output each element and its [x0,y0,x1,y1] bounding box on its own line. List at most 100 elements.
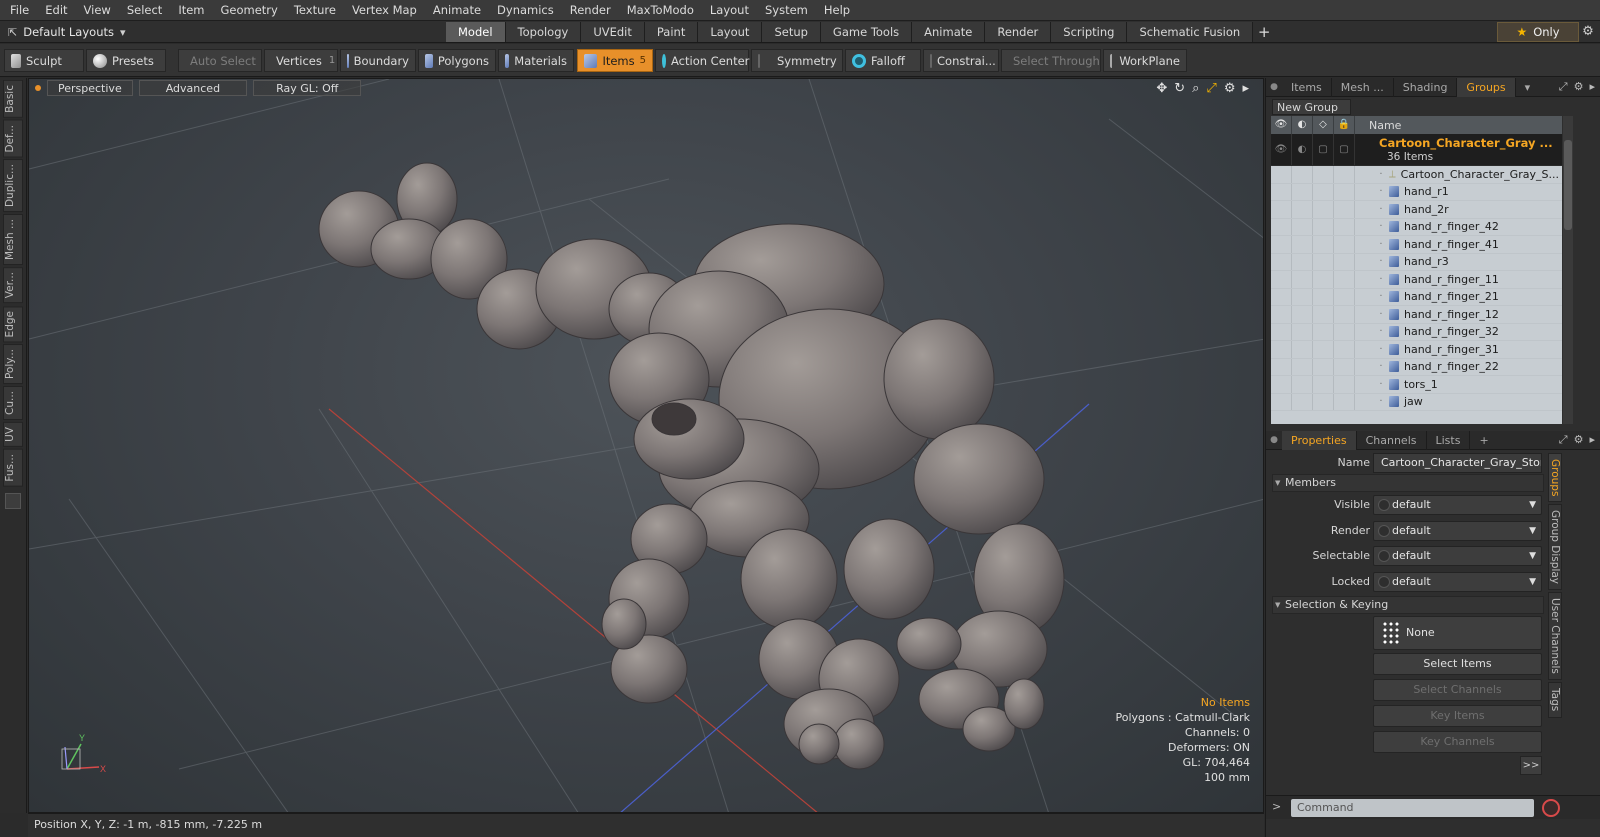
item-toggle-cell[interactable] [1334,393,1355,410]
left-strip-tab[interactable]: Poly... [3,343,23,385]
selection-keying-section[interactable]: Selection & Keying [1272,596,1544,614]
menu-item-layout[interactable]: Layout [702,0,757,21]
select-items-button[interactable]: Select Items [1373,653,1542,675]
item-toggle-cell[interactable] [1271,253,1292,270]
falloff-button[interactable]: Falloff [845,49,921,72]
materials-button[interactable]: Materials [498,49,574,72]
item-toggle-cell[interactable] [1313,306,1334,323]
select-channels-button[interactable]: Select Channels [1373,679,1542,701]
item-toggle-cell[interactable] [1334,358,1355,375]
item-toggle-cell[interactable] [1271,358,1292,375]
item-toggle-cell[interactable] [1334,253,1355,270]
item-toggle-cell[interactable] [1313,271,1334,288]
group-item-row[interactable]: · hand_2r [1271,201,1562,219]
auto-select-button[interactable]: Auto Select [178,49,262,72]
item-toggle-cell[interactable] [1271,288,1292,305]
item-toggle-cell[interactable] [1313,236,1334,253]
advanced-button[interactable]: Advanced [138,80,248,96]
name-field[interactable]: Cartoon_Character_Gray_Stone_ [1373,453,1542,473]
panel-gear-icon[interactable]: ⚙ [1574,433,1584,447]
viewport-menu-dot[interactable] [35,85,41,91]
panel-arrow-icon[interactable]: ▸ [1589,80,1595,94]
item-toggle-cell[interactable] [1271,341,1292,358]
key-channels-button[interactable]: Key Channels [1373,731,1542,753]
left-strip-tab[interactable]: Edge [3,305,23,342]
group-item-row[interactable]: · hand_r_finger_32 [1271,323,1562,341]
raygl-button[interactable]: Ray GL: Off [253,80,362,96]
presets-button[interactable]: Presets [86,49,166,72]
viewport-gear-icon[interactable]: ⚙ [1224,81,1236,96]
locked-radio[interactable] [1378,576,1390,588]
none-button[interactable]: None [1373,616,1542,650]
symmetry-button[interactable]: Symmetry [751,49,843,72]
menu-item-item[interactable]: Item [170,0,212,21]
menu-item-texture[interactable]: Texture [286,0,344,21]
menu-item-vertex-map[interactable]: Vertex Map [344,0,425,21]
panel-tab-items[interactable]: Items [1282,77,1332,97]
item-toggle-cell[interactable] [1271,183,1292,200]
item-toggle-cell[interactable] [1271,306,1292,323]
group-item-row[interactable]: · hand_r_finger_12 [1271,306,1562,324]
panel-tab-properties[interactable]: Properties [1282,430,1357,450]
menu-item-help[interactable]: Help [816,0,858,21]
select-through-button[interactable]: Select Through [1001,49,1101,72]
group-item-row[interactable]: · tors_1 [1271,376,1562,394]
left-strip-tab[interactable]: Basic [3,80,23,118]
render-dropdown[interactable]: default ▼ [1373,521,1542,541]
panel-tab-groups[interactable]: Groups [1457,77,1516,97]
item-toggle-cell[interactable] [1313,341,1334,358]
fit-icon[interactable]: ⤢ [1206,81,1216,96]
menu-item-render[interactable]: Render [562,0,619,21]
side-tab-user-channels[interactable]: User Channels [1548,592,1562,681]
item-toggle-cell[interactable] [1271,166,1292,183]
tab-topology[interactable]: Topology [505,22,582,42]
item-toggle-cell[interactable] [1292,288,1313,305]
group-select-toggle[interactable]: ▢ [1313,134,1334,165]
group-render-icon[interactable]: ◐ [1292,134,1313,165]
tab-game-tools[interactable]: Game Tools [820,22,913,42]
boundary-button[interactable]: Boundary [340,49,416,72]
panel-tab-channels[interactable]: Channels [1357,430,1427,450]
item-toggle-cell[interactable] [1334,271,1355,288]
expand-panel-icon[interactable]: ⤢ [1559,433,1568,447]
item-toggle-cell[interactable] [1334,306,1355,323]
tree-scrollbar[interactable] [1563,116,1573,424]
group-item-row[interactable]: · jaw [1271,393,1562,411]
item-toggle-cell[interactable] [1334,166,1355,183]
only-toggle-button[interactable]: ★ Only [1497,22,1579,42]
left-strip-tab[interactable]: Ver... [3,267,23,304]
group-item-row[interactable]: · hand_r3 [1271,253,1562,271]
left-strip-tab[interactable]: Mesh ... [3,214,23,266]
item-toggle-cell[interactable] [1334,323,1355,340]
tab-render[interactable]: Render [985,22,1052,42]
select-col-icon[interactable]: ◇ [1313,116,1334,134]
tab-layout[interactable]: Layout [698,22,763,42]
zoom-icon[interactable]: ⌕ [1192,81,1199,96]
item-toggle-cell[interactable] [1292,236,1313,253]
side-tab-tags[interactable]: Tags [1548,682,1562,718]
tab-model[interactable]: Model [446,22,506,42]
render-col-icon[interactable]: ◐ [1292,116,1313,134]
item-toggle-cell[interactable] [1334,183,1355,200]
key-items-button[interactable]: Key Items [1373,705,1542,727]
left-strip-tab[interactable]: Fus... [3,448,23,487]
item-toggle-cell[interactable] [1313,218,1334,235]
group-item-row[interactable]: · hand_r1 [1271,183,1562,201]
group-item-row[interactable]: · hand_r_finger_22 [1271,358,1562,376]
menu-item-system[interactable]: System [757,0,816,21]
tab-schematic-fusion[interactable]: Schematic Fusion [1127,22,1254,42]
left-strip-toggle[interactable] [5,492,21,509]
group-item-row[interactable]: · ⟂ Cartoon_Character_Gray_S... [1271,166,1562,184]
item-toggle-cell[interactable] [1271,236,1292,253]
menu-item-animate[interactable]: Animate [425,0,489,21]
rotate-icon[interactable]: ↻ [1174,81,1185,96]
add-tab-icon[interactable]: + [1253,22,1275,42]
more-button[interactable]: >> [1520,756,1542,775]
action-center-button[interactable]: Action Center [655,49,749,72]
menu-item-geometry[interactable]: Geometry [213,0,286,21]
visible-radio[interactable] [1378,499,1390,511]
item-toggle-cell[interactable] [1292,271,1313,288]
item-toggle-cell[interactable] [1313,393,1334,410]
panel-tab-shading[interactable]: Shading [1394,77,1458,97]
selectable-radio[interactable] [1378,550,1390,562]
